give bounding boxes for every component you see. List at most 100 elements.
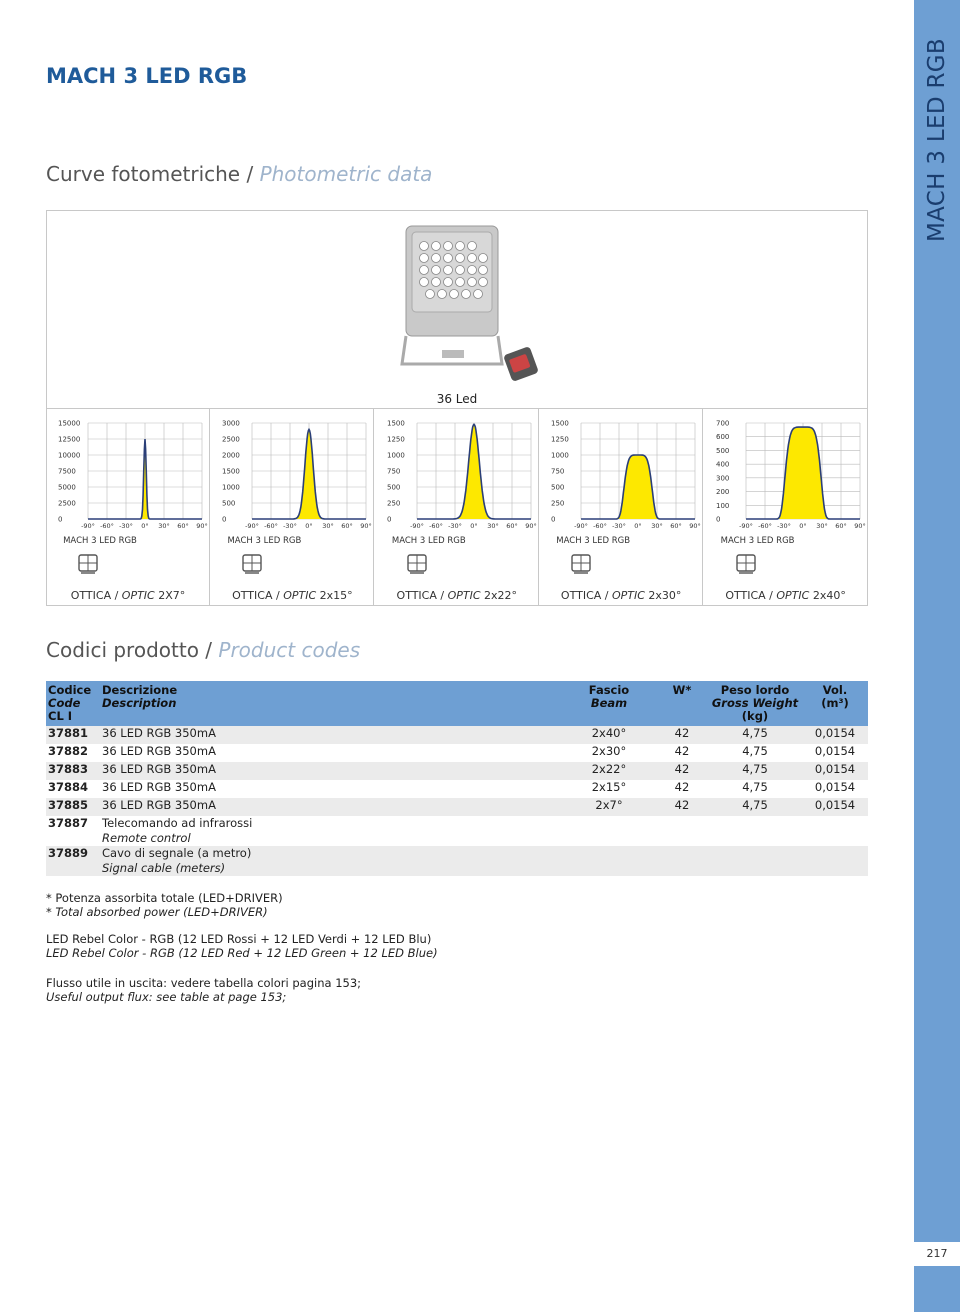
- y-tick-label: 2000: [222, 452, 240, 460]
- y-tick-label: 500: [551, 484, 564, 492]
- x-tick-label: -90°: [81, 522, 95, 530]
- y-tick-label: 750: [551, 468, 564, 476]
- optic-icon: [240, 552, 264, 580]
- cell-weight: 4,75: [708, 726, 802, 744]
- page-title: MACH 3 LED RGB: [46, 64, 248, 88]
- photometric-chart-2: 3000 2500 2000 1500 1000 500 0 -90° -60° -30° 0° 30…: [210, 409, 375, 605]
- x-tick-label: 60°: [835, 522, 847, 530]
- y-tick-label: 1500: [222, 468, 240, 476]
- cell-volume: 0,0154: [802, 798, 868, 816]
- table-row: 37883 36 LED RGB 350mA 2x22° 42 4,75 0,0154: [46, 762, 868, 780]
- y-tick-label: 12500: [58, 436, 80, 444]
- y-tick-label: 2500: [222, 436, 240, 444]
- cell-description: 36 LED RGB 350mA: [100, 780, 562, 798]
- cell-weight: 4,75: [742, 744, 768, 758]
- table-header-row: Codice Code CL I Descrizione Description Fa…: [46, 681, 868, 726]
- x-tick-label: -30°: [612, 522, 626, 530]
- y-tick-label: 3000: [222, 420, 240, 428]
- y-tick-label: 1500: [551, 420, 569, 428]
- x-tick-label: 30°: [323, 522, 335, 530]
- y-tick-label: 1250: [551, 436, 569, 444]
- page-number: 217: [914, 1242, 960, 1266]
- y-tick-label: 750: [387, 468, 400, 476]
- x-tick-label: 30°: [651, 522, 663, 530]
- chart-name: MACH 3 LED RGB: [227, 536, 302, 546]
- table-row: 37881 36 LED RGB 350mA 2x40° 42 4,75 0,0154: [46, 726, 868, 744]
- y-tick-label: 700: [716, 420, 729, 428]
- x-tick-label: -30°: [448, 522, 462, 530]
- y-tick-label: 400: [716, 461, 729, 469]
- y-tick-label: 0: [387, 516, 391, 524]
- x-tick-label: 30°: [816, 522, 828, 530]
- y-tick-label: 1250: [387, 436, 405, 444]
- optic-label: OTTICA / OPTIC 2x22°: [396, 589, 518, 602]
- photometric-chart-5: 700 600 500 400 300 200 100 0 -90° -60° -30° 0° 30° 6…: [704, 409, 868, 605]
- header-watt: W*: [656, 681, 708, 726]
- y-tick-label: 2500: [58, 500, 76, 508]
- cell-watt: [656, 816, 708, 846]
- sidebar-title: MACH 3 LED RGB: [924, 38, 950, 242]
- curve-fill: [252, 429, 367, 519]
- cell-code: 37883: [46, 762, 100, 780]
- photometric-chart-1: 15000 12500 10000 7500 5000 2500 0 -90° -60° -30°…: [46, 409, 210, 605]
- x-tick-label: 60°: [506, 522, 518, 530]
- cell-code: 37881: [46, 726, 100, 744]
- header-weight: Peso lordo Gross Weight (kg): [708, 681, 802, 726]
- chart-plot: 1500 1250 1000 750 500 250 0 -90° -60° -30° 0° 30° 6…: [387, 420, 537, 531]
- table-row: 37889 Cavo di segnale (a metro) Signal cab…: [46, 846, 868, 876]
- cell-description: Telecomando ad infrarossi Remote control: [100, 816, 562, 846]
- cell-description: 36 LED RGB 350mA: [100, 744, 562, 762]
- optic-icon: [734, 552, 758, 580]
- cell-watt: 42: [674, 780, 690, 794]
- x-tick-label: 60°: [177, 522, 189, 530]
- x-tick-label: -60°: [100, 522, 114, 530]
- description-it: Telecomando ad infrarossi: [102, 816, 253, 830]
- table-row: 37885 36 LED RGB 350mA 2x7° 42 4,75 0,0154: [46, 798, 868, 816]
- cell-beam: 2x22°: [562, 762, 656, 780]
- cell-watt: 42: [656, 726, 708, 744]
- header-beam: Fascio Beam: [562, 681, 656, 726]
- x-tick-label: -30°: [777, 522, 791, 530]
- chart-plot: 15000 12500 10000 7500 5000 2500 0 -90° -60° -30°…: [58, 420, 208, 531]
- x-tick-label: 30°: [487, 522, 499, 530]
- codes-section-title: Codici prodotto / Product codes: [46, 638, 361, 662]
- product-label: 36 Led: [436, 392, 478, 406]
- cell-watt: 42: [674, 744, 690, 758]
- y-tick-label: 15000: [58, 420, 80, 428]
- x-tick-label: -90°: [245, 522, 259, 530]
- cell-volume: 0,0154: [802, 726, 868, 744]
- description-it: 36 LED RGB 350mA: [102, 798, 216, 812]
- x-tick-label: -90°: [410, 522, 424, 530]
- table-row: 37884 36 LED RGB 350mA 2x15° 42 4,75 0,0154: [46, 780, 868, 798]
- cell-code: 37882: [48, 744, 89, 758]
- x-tick-label: 90°: [689, 522, 701, 530]
- cell-beam: 2x15°: [591, 780, 627, 794]
- optic-label: OTTICA / OPTIC 2x15°: [232, 589, 353, 602]
- cell-code: 37885: [46, 798, 100, 816]
- cell-code: 37889: [46, 846, 100, 876]
- cell-beam: 2x30°: [591, 744, 627, 758]
- optic-icon: [569, 552, 593, 580]
- photometric-section-title: Curve fotometriche / Photometric data: [46, 162, 433, 186]
- y-tick-label: 0: [716, 516, 720, 524]
- cell-volume: [802, 846, 868, 876]
- cell-weight: 4,75: [708, 762, 802, 780]
- y-tick-label: 1000: [387, 452, 405, 460]
- x-tick-label: 90°: [361, 522, 373, 530]
- y-tick-label: 600: [716, 433, 729, 441]
- curve-fill: [416, 424, 531, 519]
- cell-volume: 0,0154: [814, 744, 856, 758]
- x-tick-label: 0°: [306, 522, 313, 530]
- product-codes-table: Codice Code CL I Descrizione Description Fa…: [46, 681, 868, 876]
- optic-icon: [405, 552, 429, 580]
- optic-icon: [76, 552, 100, 580]
- x-tick-label: 90°: [854, 522, 866, 530]
- cell-watt: [656, 846, 708, 876]
- cell-code: 37887: [48, 816, 89, 830]
- cell-beam: 2x7°: [562, 798, 656, 816]
- cell-description: 36 LED RGB 350mA: [100, 762, 562, 780]
- y-tick-label: 200: [716, 488, 729, 496]
- optic-label: OTTICA / OPTIC 2x30°: [560, 589, 682, 602]
- cell-volume: [802, 816, 868, 846]
- description-it: Cavo di segnale (a metro): [102, 846, 252, 860]
